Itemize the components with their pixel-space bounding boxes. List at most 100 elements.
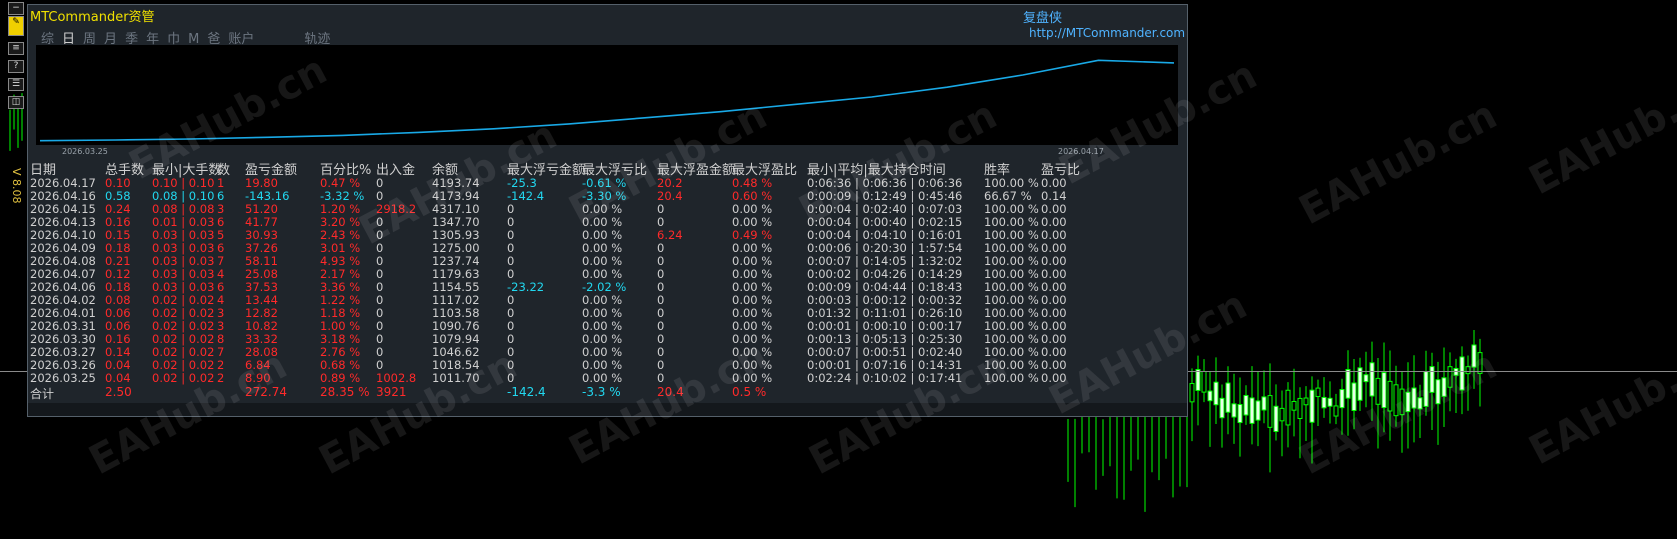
edit-icon[interactable]: ✎ — [8, 16, 24, 36]
table-cell: 0.00 % — [732, 267, 773, 281]
candle-body — [1189, 383, 1195, 403]
table-cell: 6.24 — [657, 228, 683, 242]
table-cell: 0.02 | 0.02 — [152, 319, 215, 333]
table-cell: 0 — [376, 280, 384, 294]
table-cell: 0 — [657, 306, 665, 320]
table-cell: 3 — [217, 202, 225, 216]
app-title: MTCommander资管 — [30, 10, 155, 25]
table-cell: 0.06 — [105, 319, 131, 333]
table-cell: 2026.04.16 — [30, 189, 96, 203]
table-cell: 0:00:07 | 0:14:05 | 1:32:02 — [807, 254, 963, 268]
brand-link[interactable]: 复盘侠http://MTCommander.com — [1023, 7, 1187, 41]
table-cell: 3.36 % — [320, 280, 361, 294]
table-cell: 0 — [507, 254, 515, 268]
table-cell: 0.03 | 0.03 — [152, 254, 215, 268]
table-cell: 51.20 — [245, 202, 278, 216]
table-cell: 0.14 — [1041, 189, 1067, 203]
table-cell: 6 — [217, 280, 225, 294]
table-cell: 100.00 % — [984, 241, 1039, 255]
table-cell: 1117.02 — [432, 293, 480, 307]
table-cell: 0.68 % — [320, 358, 361, 372]
table-cell: 1090.76 — [432, 319, 480, 333]
table-cell: 0.08 | 0.10 — [152, 189, 215, 203]
table-cell: 0.00 % — [582, 306, 623, 320]
table-cell: 0 — [507, 306, 515, 320]
table-cell: 0 — [657, 358, 665, 372]
table-cell: 0 — [657, 215, 665, 229]
table-cell: 0 — [507, 267, 515, 281]
candle-body — [1273, 405, 1279, 432]
table-cell: 0.08 — [105, 293, 131, 307]
table-cell: 0 — [657, 202, 665, 216]
table-cell: 0 — [657, 280, 665, 294]
table-cell: 0.06 — [105, 306, 131, 320]
candle-body — [1195, 369, 1201, 391]
table-cell: 1.22 % — [320, 293, 361, 307]
brand-url[interactable]: http://MTCommander.com — [1029, 26, 1185, 40]
table-cell: 0.58 — [105, 189, 131, 203]
version-label: V 8.08 — [10, 168, 23, 204]
table-cell: 2026.04.08 — [30, 254, 96, 268]
table-cell: 0.48 % — [732, 176, 773, 190]
list-icon[interactable]: ☰ — [8, 78, 24, 91]
table-cell: 0 — [376, 319, 384, 333]
table-cell: 0.03 | 0.03 — [152, 228, 215, 242]
table-cell: 100.00 % — [984, 202, 1039, 216]
table-cell: 100.00 % — [984, 176, 1039, 190]
candle-body — [1291, 400, 1297, 411]
table-cell: 0.03 | 0.03 — [152, 267, 215, 281]
table-cell: 100.00 % — [984, 215, 1039, 229]
table-cell: 0.00 — [1041, 293, 1067, 307]
table-cell: 0 — [657, 332, 665, 346]
candle-body — [1237, 403, 1243, 424]
table-cell: 0.00 — [1041, 358, 1067, 372]
candle-body — [1357, 367, 1363, 401]
table-cell: -3.32 % — [320, 189, 365, 203]
table-cell: 0.02 | 0.02 — [152, 306, 215, 320]
table-cell: 2026.03.27 — [30, 345, 96, 359]
candle-body — [1303, 397, 1309, 406]
candle-body — [1327, 397, 1333, 407]
table-cell: 0.00 % — [732, 306, 773, 320]
help-icon[interactable]: ? — [8, 60, 24, 73]
candle-body — [1207, 390, 1213, 402]
table-cell: 100.00 % — [984, 280, 1039, 294]
table-cell: 0 — [507, 332, 515, 346]
table-cell: 0 — [507, 241, 515, 255]
table-cell: 0.89 % — [320, 371, 361, 385]
candle-body — [1219, 397, 1225, 419]
table-cell: 1.18 % — [320, 306, 361, 320]
table-cell: 37.26 — [245, 241, 278, 255]
table-cell: 25.08 — [245, 267, 278, 281]
table-cell: 0:00:07 | 0:00:51 | 0:02:40 — [807, 345, 963, 359]
table-cell: 4.93 % — [320, 254, 361, 268]
window-icon[interactable]: ◫ — [8, 96, 24, 109]
table-cell: 2.17 % — [320, 267, 361, 281]
table-cell: 0:00:09 | 0:04:44 | 0:18:43 — [807, 280, 963, 294]
table-cell: 0.00 % — [582, 254, 623, 268]
table-cell: 4 — [217, 267, 225, 281]
table-cell: 2.76 % — [320, 345, 361, 359]
table-cell: 0.00 — [1041, 345, 1067, 359]
table-cell: 0.00 % — [582, 241, 623, 255]
totals-maxloss-pct: -3.3 % — [582, 385, 621, 399]
table-cell: 0.00 % — [582, 267, 623, 281]
candle-body — [1363, 374, 1369, 383]
table-cell: 0 — [376, 176, 384, 190]
table-cell: 0.00 — [1041, 228, 1067, 242]
table-cell: 12.82 — [245, 306, 278, 320]
candle-body — [1255, 400, 1261, 421]
table-cell: 0.00 % — [732, 215, 773, 229]
table-cell: 0.00 — [1041, 176, 1067, 190]
table-cell: 0.49 % — [732, 228, 773, 242]
table-cell: 0 — [507, 319, 515, 333]
table-cell: 0.16 — [105, 215, 131, 229]
menu-icon[interactable]: ≡ — [8, 42, 24, 55]
table-cell: 0.00 % — [732, 254, 773, 268]
minimize-icon[interactable]: − — [8, 2, 24, 15]
table-cell: 0 — [507, 293, 515, 307]
totals-lots: 2.50 — [105, 385, 132, 399]
candle-body — [1261, 396, 1267, 411]
table-cell: 1237.74 — [432, 254, 480, 268]
table-cell: 100.00 % — [984, 306, 1039, 320]
